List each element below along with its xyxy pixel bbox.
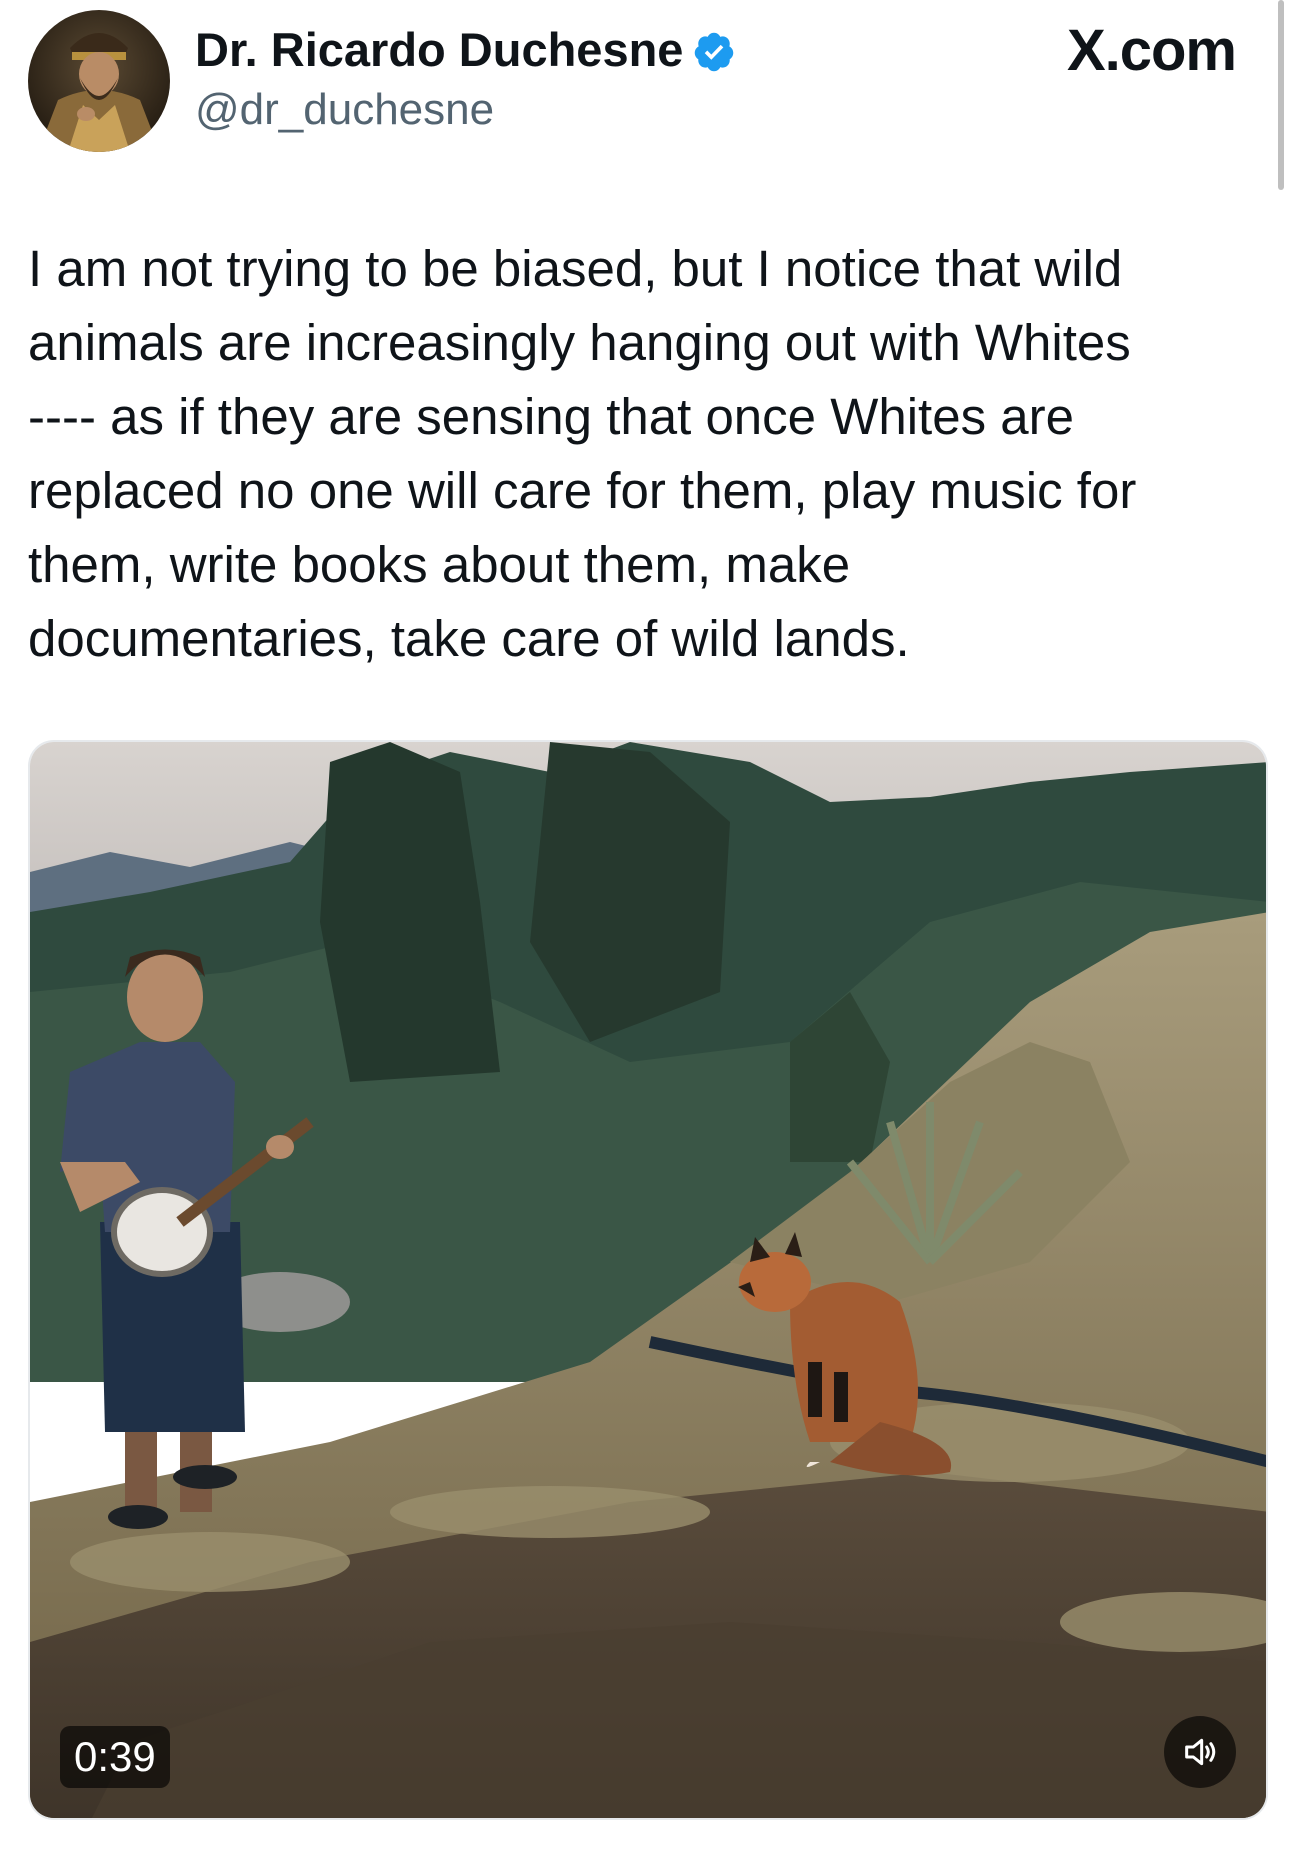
display-name[interactable]: Dr. Ricardo Duchesne [195, 22, 683, 78]
tweet-line: I am not trying to be biased, but I noti… [28, 240, 1123, 297]
user-handle[interactable]: @dr_duchesne [195, 84, 494, 136]
tweet-line: documentaries, take care of wild lands. [28, 610, 910, 667]
video-frame [30, 742, 1266, 1818]
scroll-indicator[interactable] [1278, 0, 1284, 190]
tweet-line: ---- as if they are sensing that once Wh… [28, 388, 1074, 445]
site-brand-label: X.com [1066, 18, 1237, 83]
tweet-text: I am not trying to be biased, but I noti… [28, 232, 1258, 676]
tweet-line: them, write books about them, make [28, 536, 851, 593]
avatar[interactable] [28, 10, 170, 152]
tweet-line: animals are increasingly hanging out wit… [28, 314, 1131, 371]
speaker-icon [1185, 1738, 1216, 1766]
volume-button[interactable] [1164, 1716, 1236, 1788]
tweet-line: replaced no one will care for them, play… [28, 462, 1137, 519]
video-player[interactable]: 0:39 [28, 740, 1268, 1820]
verified-badge-icon [692, 30, 736, 74]
tweet-screenshot: Dr. Ricardo Duchesne @dr_duchesne X.com … [0, 0, 1290, 1853]
portrait-avatar-icon [28, 10, 170, 152]
video-duration-badge: 0:39 [60, 1726, 170, 1788]
